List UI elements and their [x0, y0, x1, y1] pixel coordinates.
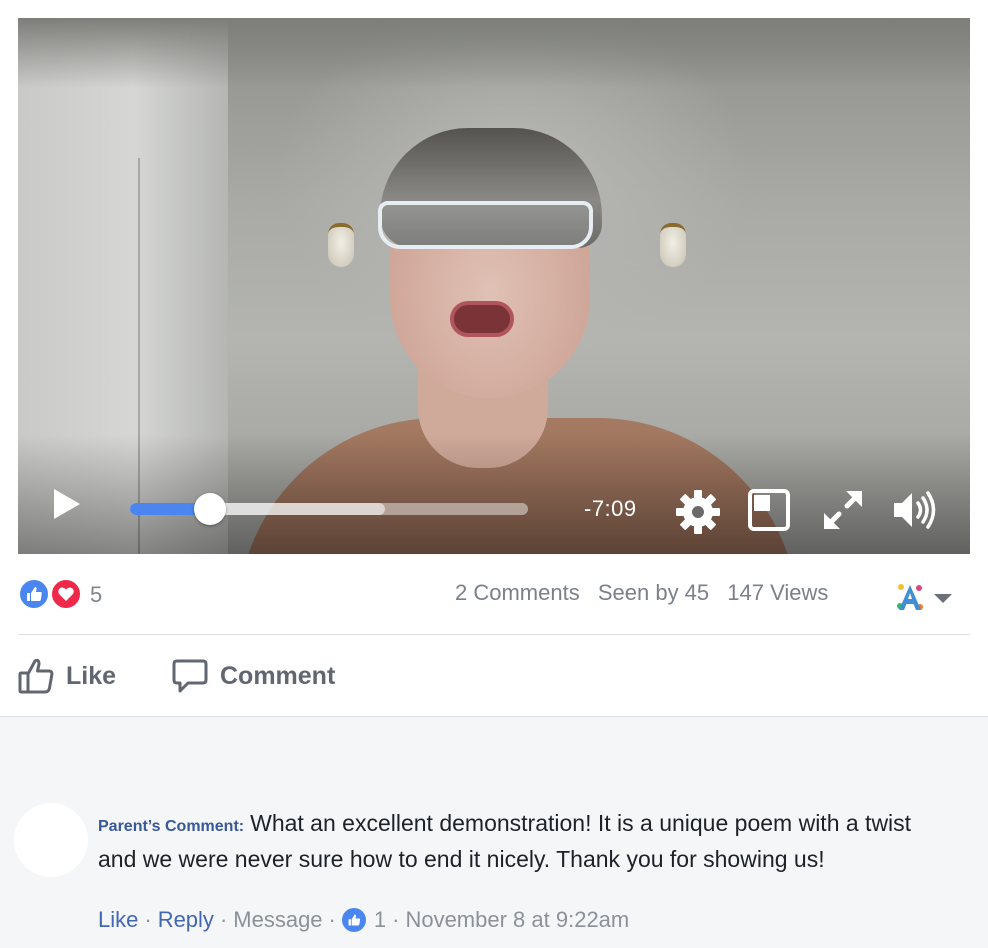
- love-reaction-icon: [50, 578, 82, 610]
- page-avatar-icon[interactable]: [896, 582, 924, 612]
- seek-bar[interactable]: [130, 493, 528, 525]
- separator-dot: ·: [144, 907, 152, 932]
- avatar[interactable]: [14, 803, 88, 877]
- comment-button-label: Comment: [220, 661, 336, 690]
- separator-dot: ·: [328, 907, 336, 932]
- chevron-down-icon[interactable]: [934, 594, 952, 603]
- seek-handle[interactable]: [193, 493, 226, 525]
- like-button-label: Like: [66, 661, 117, 690]
- comment-message-link[interactable]: Message: [233, 907, 322, 933]
- thumbs-up-icon: [18, 658, 54, 694]
- video-frame-mouth: [450, 301, 514, 337]
- comment-reply-link[interactable]: Reply: [158, 907, 214, 933]
- video-frame-shadow: [18, 18, 970, 88]
- video-player[interactable]: -7:09: [18, 18, 970, 554]
- comments-count-link[interactable]: 2 Comments: [455, 580, 580, 605]
- post-stats: 2 Comments Seen by 45 147 Views: [455, 580, 840, 606]
- comments-section: Parent’s Comment: What an excellent demon…: [0, 716, 988, 948]
- video-controls: -7:09: [18, 444, 970, 554]
- volume-icon[interactable]: [892, 489, 940, 531]
- video-frame-glasses: [378, 201, 593, 249]
- seen-by-link[interactable]: Seen by 45: [598, 580, 709, 605]
- reaction-count: 5: [90, 582, 103, 607]
- comment-button[interactable]: Comment: [172, 654, 335, 698]
- gear-icon[interactable]: [674, 488, 722, 536]
- comment-like-link[interactable]: Like: [98, 907, 138, 933]
- comment-author[interactable]: Parent’s Comment:: [98, 818, 244, 835]
- like-button[interactable]: Like: [18, 654, 116, 698]
- like-reaction-icon[interactable]: [341, 908, 366, 932]
- separator-dot: ·: [392, 907, 400, 932]
- picture-in-picture-icon[interactable]: [748, 489, 790, 531]
- comment-timestamp[interactable]: November 8 at 9:22am: [405, 907, 629, 933]
- expand-icon[interactable]: [822, 489, 864, 531]
- stats-divider: [18, 634, 970, 635]
- comment: Parent’s Comment: What an excellent demon…: [98, 807, 938, 875]
- comment-bubble-icon: [172, 659, 208, 693]
- video-frame-lamp-right: [660, 223, 686, 267]
- comment-actions: Like · Reply · Message · 1 · November 8 …: [98, 907, 629, 933]
- like-reaction-icon: [18, 578, 50, 610]
- play-icon[interactable]: [54, 489, 80, 519]
- video-frame-lamp-left: [328, 223, 354, 267]
- comment-like-count[interactable]: 1: [374, 907, 386, 933]
- views-count: 147 Views: [727, 580, 829, 605]
- time-remaining: -7:09: [584, 496, 637, 521]
- separator-dot: ·: [219, 907, 228, 932]
